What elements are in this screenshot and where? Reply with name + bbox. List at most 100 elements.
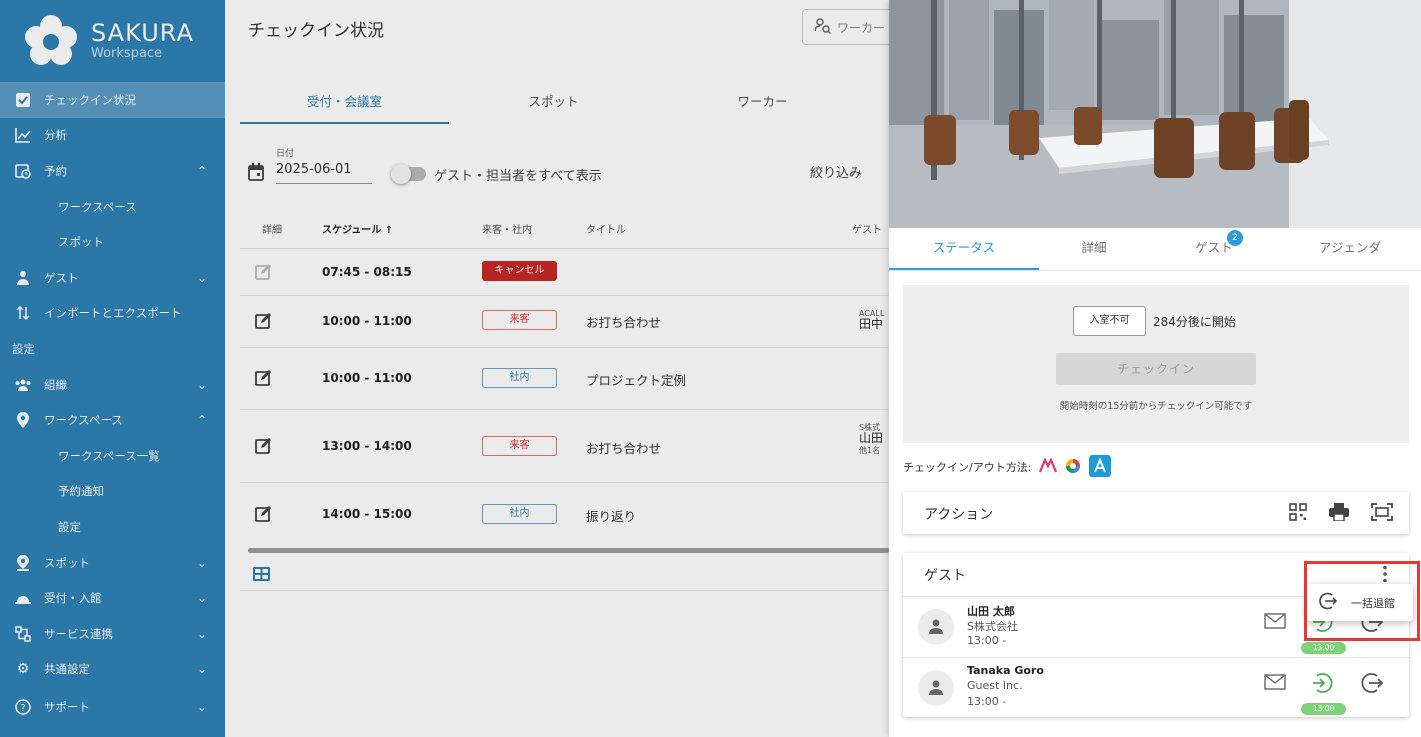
sidebar-item-spot[interactable]: スポット ⌄ [0,545,225,581]
tab-reception-rooms[interactable]: 受付・会議室 [240,82,449,124]
guest-company: S株式会社 [967,620,1018,633]
checkin-methods: チェックイン/アウト方法: [903,454,1112,478]
checkout-icon[interactable] [1361,672,1384,698]
room-photo [889,0,1421,228]
edit-icon[interactable] [255,312,272,333]
logo[interactable]: SAKURA Workspace [0,0,225,82]
table-row[interactable]: 14:00 - 15:00 社内 振り返り [240,483,889,545]
print-icon[interactable] [1329,503,1349,525]
table-row[interactable]: 10:00 - 11:00 来客 お打ち合わせ ACALL 田中 [240,296,889,348]
sidebar-section-settings: 設定 [12,341,35,356]
mail-icon[interactable] [1264,613,1286,633]
status-box: 入室不可 284分後に開始 チェックイン 開始時刻の15分前からチェックイン可能… [903,285,1409,443]
tab-agenda[interactable]: アジェンダ [1279,228,1421,270]
table-row[interactable]: 07:45 - 08:15 キャンセル [240,249,889,296]
start-countdown: 284分後に開始 [1153,315,1236,329]
schedule-time: 14:00 - 15:00 [322,507,412,521]
sidebar-item-reception[interactable]: 受付・入館 ⌄ [0,580,225,616]
filter-dropdown[interactable]: 絞り込み [810,162,862,181]
tab-detail[interactable]: 詳細 [1039,228,1149,270]
table-header: 詳細 スケジュール ↑ 来客・社内 タイトル ゲスト [240,206,889,249]
sidebar-item-integration[interactable]: サービス連携 ⌄ [0,616,225,652]
tab-worker[interactable]: ワーカー [658,82,867,124]
main-content: チェックイン状況 ワーカー 受付・会議室 スポット ワーカー 日付 2025-0… [225,0,902,737]
sidebar-item-analytics[interactable]: 分析 [0,118,225,154]
screen-capture-icon[interactable] [1371,503,1393,525]
status-badge: 社内 [482,368,557,388]
tab-status[interactable]: ステータス [889,228,1039,270]
guest-time: 13:00 - [967,695,1007,708]
sidebar-item-common-settings[interactable]: ⚙ 共通設定 ⌄ [0,652,225,688]
qr-code-icon[interactable] [1289,503,1307,525]
guest-name: Tanaka Goro [967,664,1044,677]
calendar-icon[interactable] [248,163,264,185]
checkin-button[interactable]: チェックイン [1056,353,1256,385]
schedule-time: 10:00 - 11:00 [322,314,412,328]
tab-spot[interactable]: スポット [449,82,658,124]
sidebar-item-reservation-notice[interactable]: 予約通知 [0,474,225,510]
sidebar-item-label: 受付・入館 [44,591,102,606]
edit-icon[interactable] [255,505,272,526]
integration-icon [14,625,32,643]
sidebar-item-label: 予約通知 [58,484,104,499]
horizontal-scrollbar[interactable] [248,548,889,553]
guest-cell: S株式 山田 他1名 [859,422,883,456]
sidebar-item-workspace[interactable]: ワークスペース ⌃ [0,402,225,438]
tab-guest[interactable]: ゲスト 2 [1149,228,1279,270]
table-footer-divider [240,590,889,591]
toggle-label: ゲスト・担当者をすべて表示 [434,169,602,184]
chevron-down-icon: ⌄ [196,591,207,606]
brand-sub: Workspace [91,46,163,61]
sidebar: SAKURA Workspace チェックイン状況 分析 予約 ⌃ ワークスペー… [0,0,225,737]
col-title: タイトル [586,225,626,236]
sidebar-item-import-export[interactable]: インポートとエクスポート [0,296,225,332]
avatar [918,609,954,645]
guest-row[interactable]: Tanaka Goro Guest Inc. 13:00 - 13:00 [903,657,1409,717]
sidebar-item-guest[interactable]: ゲスト ⌄ [0,260,225,296]
status-badge: 来客 [482,436,557,456]
guest-name: 山田 太郎 [967,605,1015,618]
edit-icon[interactable] [255,263,272,284]
guest-name: 田中 [859,317,884,331]
guest-card-title: ゲスト [924,568,966,584]
sidebar-item-checkin-status[interactable]: チェックイン状況 [0,82,225,118]
brand-name: SAKURA [91,19,194,47]
sort-arrow-icon: ↑ [384,225,394,236]
method-label: チェックイン/アウト方法: [903,461,1032,474]
sidebar-item-workspace-reservation[interactable]: ワークスペース [0,189,225,225]
grid-view-icon[interactable] [253,566,270,585]
sidebar-item-label: サービス連携 [44,626,113,641]
date-field[interactable]: 2025-06-01 [276,162,372,184]
sidebar-item-workspace-settings[interactable]: 設定 [0,509,225,545]
status-badge: キャンセル [482,261,557,281]
schedule-time: 07:45 - 08:15 [322,265,412,279]
sidebar-item-organization[interactable]: 組織 ⌄ [0,367,225,403]
sidebar-item-spot-reservation[interactable]: スポット [0,224,225,260]
mail-icon[interactable] [1264,674,1286,694]
bulk-checkout-menu-item[interactable]: 一括退館 [1307,584,1413,621]
action-card: アクション [903,492,1409,534]
edit-icon[interactable] [255,437,272,458]
table-row[interactable]: 13:00 - 14:00 来客 お打ち合わせ S株式 山田 他1名 [240,410,889,483]
sidebar-item-label: 共通設定 [44,662,90,677]
checkin-icon[interactable] [1311,672,1333,698]
sidebar-item-support[interactable]: ? サポート ⌄ [0,687,225,726]
sidebar-item-label: スポット [58,235,104,250]
table-row[interactable]: 10:00 - 11:00 社内 プロジェクト定例 [240,348,889,410]
meeting-title: プロジェクト定例 [586,373,687,388]
edit-icon[interactable] [255,369,272,390]
schedule-time: 13:00 - 14:00 [322,439,412,453]
chevron-down-icon: ⌄ [196,270,207,285]
svg-text:?: ? [20,703,25,714]
sidebar-item-workspace-list[interactable]: ワークスペース一覧 [0,438,225,474]
col-visitor-internal: 来客・社内 [482,225,532,236]
gears-icon: ⚙ [16,661,30,678]
sidebar-item-reservation[interactable]: 予約 ⌃ [0,153,225,189]
guest-icon [14,269,32,287]
help-circle-icon: ? [14,698,32,716]
col-schedule[interactable]: スケジュール ↑ [322,221,393,236]
show-all-toggle[interactable] [391,164,426,184]
search-input[interactable]: ワーカー [802,9,902,45]
search-placeholder: ワーカー [837,20,886,35]
status-badge: 来客 [482,310,557,330]
